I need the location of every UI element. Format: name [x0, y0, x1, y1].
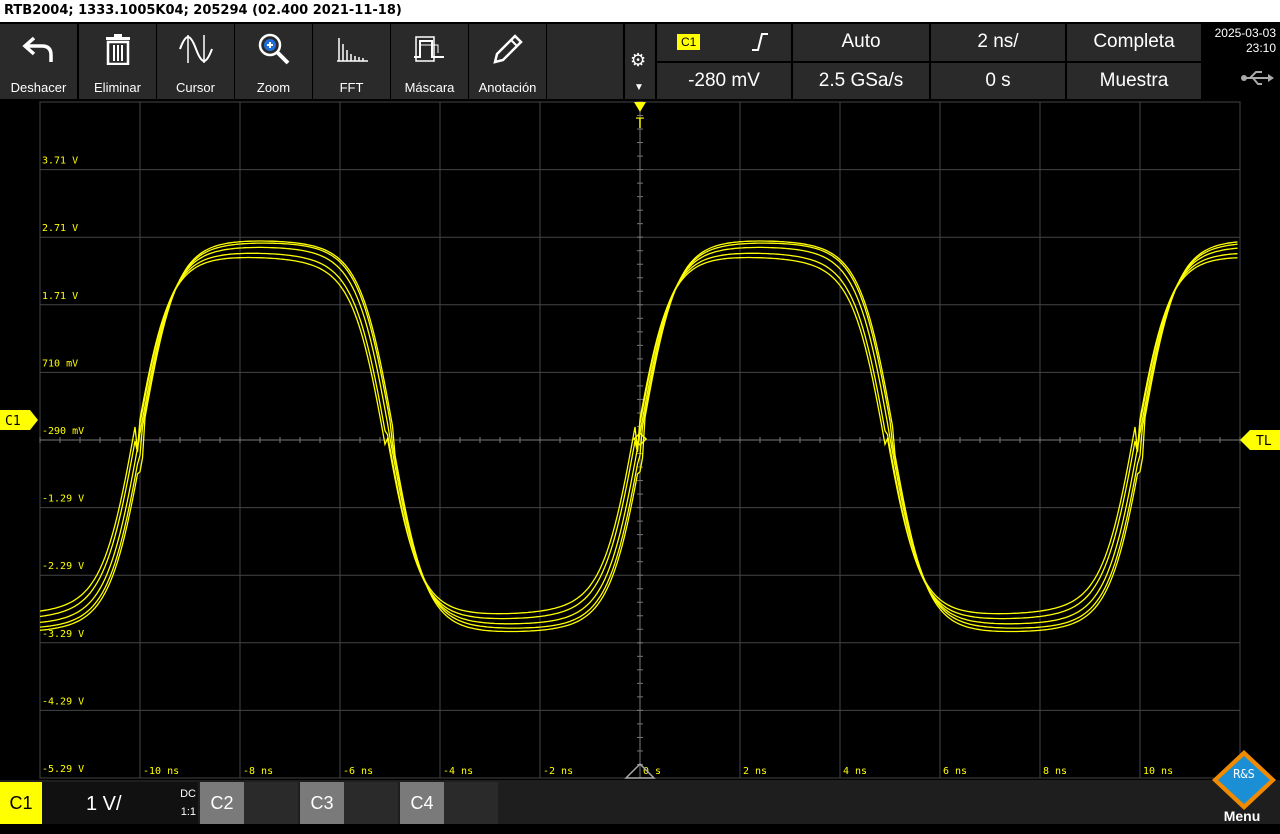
trigger-level-marker[interactable]: TL [1240, 430, 1280, 450]
channel-c3-box[interactable] [344, 782, 398, 824]
undo-button[interactable]: Deshacer [0, 24, 77, 99]
sample-rate-cell[interactable]: 2.5 GSa/s [793, 63, 929, 99]
undo-label: Deshacer [10, 80, 67, 95]
channel-c4-box[interactable] [444, 782, 498, 824]
zoom-label: Zoom [256, 80, 291, 95]
clock-time: 23:10 [1245, 41, 1276, 55]
mask-button[interactable]: Máscara [391, 24, 468, 99]
trigger-mode-cell[interactable]: Auto [793, 24, 929, 61]
annotation-button[interactable]: Anotación [469, 24, 546, 99]
x-axis-labels: -10 ns -8 ns -6 ns -4 ns -2 ns 0 s2 ns 4 ns 6 n… [143, 766, 1173, 777]
clock-date: 2025-03-03 [1214, 26, 1276, 40]
x-tick-label: -6 ns [343, 766, 373, 777]
x-tick-label: -8 ns [243, 766, 273, 777]
zoom-icon [235, 30, 312, 68]
trigger-source-cell[interactable]: C1 [657, 24, 791, 61]
fft-icon [313, 30, 390, 68]
trigger-level-cell[interactable]: -280 mV [657, 63, 791, 99]
acq-mode-cell[interactable]: Muestra [1067, 63, 1201, 99]
cursor-button[interactable]: Cursor [157, 24, 234, 99]
usb-icon [1241, 71, 1274, 85]
x-tick-label: 4 ns [843, 766, 867, 777]
y-tick-label: 2.71 V [42, 223, 78, 234]
grid [39, 101, 1241, 779]
channel-c1-scale: 1 V/ [86, 793, 122, 815]
trash-icon [79, 30, 156, 68]
undo-icon [0, 30, 77, 68]
x-tick-label: 8 ns [1043, 766, 1067, 777]
waveform-trace [39, 256, 1238, 615]
fft-button[interactable]: FFT [313, 24, 390, 99]
acquisition-cell[interactable]: Completa [1067, 24, 1201, 61]
channel-c3-tab[interactable]: C3 [300, 782, 344, 824]
y-axis-labels: 3.71 V 2.71 V 1.71 V 710 mV -290 mV -1.29 V -2… [42, 156, 84, 775]
waveform-traces [39, 240, 1238, 633]
trigger-marker-label: T [636, 116, 645, 132]
x-tick-label: -4 ns [443, 766, 473, 777]
channel-c1-offset-marker[interactable]: C1 [0, 410, 38, 430]
caret-down-icon[interactable]: ▼ [634, 82, 644, 93]
pencil-icon [469, 30, 546, 68]
x-tick-label: 6 ns [943, 766, 967, 777]
annotation-label: Anotación [478, 80, 537, 95]
channel-c2-tab[interactable]: C2 [200, 782, 244, 824]
rs-logo-icon: R&S [1212, 750, 1276, 810]
title-bar: RTB2004; 1333.1005K04; 205294 (02.400 20… [0, 0, 1280, 22]
channel-c1-tab[interactable]: C1 [0, 782, 42, 824]
x-tick-label: 2 ns [743, 766, 767, 777]
y-tick-label: -3.29 V [42, 629, 84, 640]
mask-icon [391, 30, 468, 68]
channel-c1-marker-label: C1 [5, 414, 21, 429]
channel-c2-box[interactable] [244, 782, 298, 824]
y-tick-label: -1.29 V [42, 494, 84, 505]
y-tick-label: -5.29 V [42, 764, 84, 775]
trigger-level-marker-label: TL [1256, 434, 1272, 449]
toolbar: Deshacer Eliminar Cursor Zoom FFT Máscar… [0, 24, 625, 99]
trigger-source-badge: C1 [677, 34, 701, 50]
y-tick-label: -4.29 V [42, 696, 84, 707]
channel-c1-probe: 1:1 [180, 806, 196, 818]
menu-label: Menu [1223, 808, 1261, 824]
mask-label: Máscara [404, 80, 455, 95]
x-tick-label: -10 ns [143, 766, 179, 777]
y-tick-label: -2.29 V [42, 561, 84, 572]
channel-c4-tab[interactable]: C4 [400, 782, 444, 824]
y-tick-label: 710 mV [42, 358, 78, 369]
clock: 2025-03-03 23:10 [1204, 24, 1280, 99]
trigger-position-marker[interactable]: T [634, 102, 646, 132]
gear-icon[interactable]: ⚙ [630, 50, 646, 71]
toolbar-empty-slot[interactable] [547, 24, 623, 99]
delete-label: Eliminar [94, 80, 141, 95]
fft-label: FFT [339, 80, 364, 95]
y-tick-label: -290 mV [42, 426, 84, 437]
zoom-button[interactable]: Zoom [235, 24, 312, 99]
y-tick-label: 1.71 V [42, 291, 78, 302]
rising-edge-icon [752, 33, 768, 51]
menu-button[interactable]: R&S Menu [1208, 748, 1280, 824]
logo-text: R&S [1233, 767, 1255, 781]
waveform-display[interactable]: 3.71 V 2.71 V 1.71 V 710 mV -290 mV -1.29 V -2… [0, 100, 1280, 790]
x-tick-label: 10 ns [1143, 766, 1173, 777]
y-tick-label: 3.71 V [42, 156, 78, 167]
settings-column: ⚙ ▼ [625, 24, 655, 99]
delete-button[interactable]: Eliminar [79, 24, 156, 99]
time-offset-cell[interactable]: 0 s [931, 63, 1065, 99]
x-tick-label: -2 ns [543, 766, 573, 777]
timebase-cell[interactable]: 2 ns/ [931, 24, 1065, 61]
channel-c1-scale-box[interactable]: 1 V/ DC 1:1 [42, 782, 198, 824]
cursor-wave-icon [157, 30, 234, 68]
cursor-label: Cursor [175, 80, 215, 95]
